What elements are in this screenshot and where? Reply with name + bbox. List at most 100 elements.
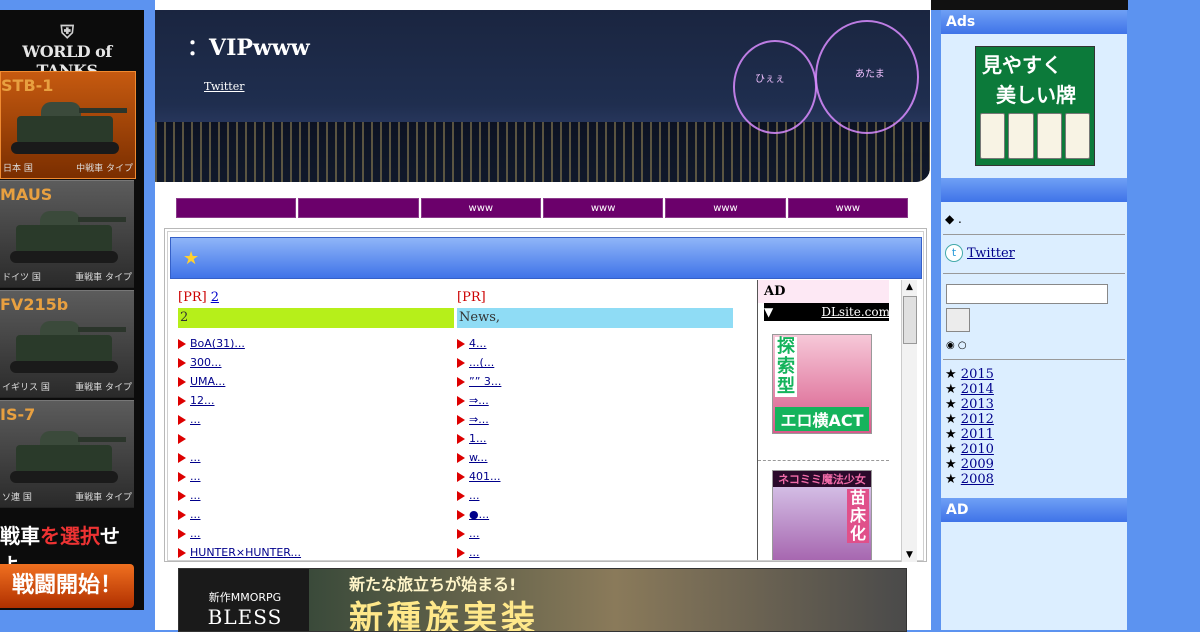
article-link[interactable]: 300...: [190, 356, 222, 369]
article-link[interactable]: ”” 3...: [469, 375, 501, 388]
scroll-down-icon[interactable]: ▼: [902, 548, 917, 562]
article-link[interactable]: UMA...: [190, 375, 225, 388]
list-item[interactable]: ...: [457, 543, 733, 562]
tank-card-stb1[interactable]: STB-1 日本 国 中戦車 タイプ: [0, 71, 136, 179]
article-link[interactable]: ...: [469, 527, 480, 540]
nav-item[interactable]: [298, 198, 419, 218]
list-item[interactable]: ...: [457, 486, 733, 505]
header-twitter-link[interactable]: Twitter: [204, 80, 245, 93]
dlsite-link[interactable]: DLsite.com: [821, 303, 889, 321]
archive-link[interactable]: 2013: [961, 397, 994, 412]
article-link[interactable]: ...: [190, 413, 201, 426]
article-link[interactable]: BoA(31)...: [190, 337, 245, 350]
article-link[interactable]: ⇒...: [469, 394, 489, 407]
tank-barrel-icon: [78, 217, 126, 222]
nav-item[interactable]: www: [420, 198, 541, 218]
article-link[interactable]: 401...: [469, 470, 501, 483]
list-item[interactable]: 1...: [457, 429, 733, 448]
list-item[interactable]: ...: [178, 410, 454, 429]
article-link[interactable]: w...: [469, 451, 487, 464]
site-title[interactable]: ：VIPwww: [187, 30, 310, 62]
article-link[interactable]: ...(...: [469, 356, 494, 369]
list-item[interactable]: ...: [178, 505, 454, 524]
list-item[interactable]: 4...: [457, 334, 733, 353]
list-item[interactable]: ⇒...: [457, 391, 733, 410]
tank-body-icon: [16, 445, 112, 473]
article-link[interactable]: ●...: [469, 508, 489, 521]
article-link[interactable]: 4...: [469, 337, 487, 350]
list-item[interactable]: 12...: [178, 391, 454, 410]
search-button[interactable]: [946, 308, 970, 332]
list-item[interactable]: ●...: [457, 505, 733, 524]
nav-item[interactable]: www: [665, 198, 786, 218]
list-item[interactable]: UMA...: [178, 372, 454, 391]
game-ad-image[interactable]: 探索型 エロ横ACT: [772, 334, 872, 434]
archive-link[interactable]: 2014: [961, 382, 994, 397]
list-item[interactable]: ...: [178, 524, 454, 543]
search-input[interactable]: [946, 284, 1108, 304]
archive-link[interactable]: 2010: [961, 442, 994, 457]
mahjong-ad[interactable]: 見やすく 美しい牌: [975, 46, 1095, 166]
article-link[interactable]: ...: [190, 451, 201, 464]
game-ad-image[interactable]: ネコミミ魔法少女 苗床化: [772, 470, 872, 560]
list-item[interactable]: w...: [457, 448, 733, 467]
list-item[interactable]: ...: [178, 486, 454, 505]
bless-banner-ad[interactable]: 新作MMORPG BLESS 新たな旅立ちが始まる! 新種族実装: [178, 568, 907, 632]
archive-link[interactable]: 2011: [961, 427, 994, 442]
article-link[interactable]: 1...: [469, 432, 487, 445]
list-item[interactable]: ...(...: [457, 353, 733, 372]
list-item[interactable]: ”” 3...: [457, 372, 733, 391]
list-item[interactable]: ...: [178, 467, 454, 486]
article-link[interactable]: ...: [190, 489, 201, 502]
nav-item[interactable]: [176, 198, 297, 218]
wot-side-banner[interactable]: ⛨ WORLD of TANKS STB-1 日本 国中戦車 タイプ MAUS …: [0, 10, 144, 610]
archive-link[interactable]: 2008: [961, 472, 994, 487]
archive-item[interactable]: ★ 2015: [945, 367, 994, 382]
archive-link[interactable]: 2015: [961, 367, 994, 382]
radio-unselected[interactable]: ○: [958, 340, 967, 351]
archive-item[interactable]: ★ 2010: [945, 442, 994, 457]
scroll-up-icon[interactable]: ▲: [902, 280, 917, 294]
list-item[interactable]: [178, 429, 454, 448]
article-link[interactable]: ...: [190, 508, 201, 521]
list-item[interactable]: ...: [178, 448, 454, 467]
article-link[interactable]: ⇒...: [469, 413, 489, 426]
twitter-follow[interactable]: t Twitter: [945, 244, 1015, 262]
list-item[interactable]: ⇒...: [457, 410, 733, 429]
list-item[interactable]: BoA(31)...: [178, 334, 454, 353]
archive-link[interactable]: 2009: [961, 457, 994, 472]
archive-item[interactable]: ★ 2012: [945, 412, 994, 427]
scrollbar[interactable]: ▲ ▼: [901, 280, 917, 562]
list-item[interactable]: 300...: [178, 353, 454, 372]
tank-card-is7[interactable]: IS-7 ソ連 国 重戦車 タイプ: [0, 400, 134, 508]
article-link[interactable]: ...: [469, 489, 480, 502]
tank-nation: ソ連 国: [2, 493, 32, 503]
battle-start-button[interactable]: 戦闘開始！: [0, 564, 134, 608]
nav-bar: www www www www: [176, 198, 908, 218]
nav-item[interactable]: www: [542, 198, 664, 218]
pr-link[interactable]: 2: [211, 290, 219, 305]
article-link[interactable]: ...: [190, 470, 201, 483]
triangle-down-icon: ▼: [764, 305, 774, 319]
scroll-thumb[interactable]: [903, 296, 917, 344]
article-link[interactable]: ...: [190, 527, 201, 540]
archive-item[interactable]: ★ 2013: [945, 397, 994, 412]
ad-divider: [758, 460, 889, 461]
archive-item[interactable]: ★ 2008: [945, 472, 994, 487]
antenna-column-left: [PR] 2 2 BoA(31)... 300... UMA... 12... .…: [178, 290, 454, 562]
radio-selected[interactable]: ◉: [946, 340, 955, 351]
article-link[interactable]: 12...: [190, 394, 215, 407]
nav-item[interactable]: www: [787, 198, 908, 218]
archive-item[interactable]: ★ 2011: [945, 427, 994, 442]
archive-item[interactable]: ★ 2009: [945, 457, 994, 472]
tank-card-maus[interactable]: MAUS ドイツ 国 重戦車 タイプ: [0, 180, 134, 288]
archive-link[interactable]: 2012: [961, 412, 994, 427]
tank-card-fv215b[interactable]: FV215b イギリス 国 重戦車 タイプ: [0, 290, 134, 398]
list-item[interactable]: 401...: [457, 467, 733, 486]
list-item[interactable]: ...: [457, 524, 733, 543]
archive-item[interactable]: ★ 2014: [945, 382, 994, 397]
article-link[interactable]: ...: [469, 546, 480, 559]
list-item[interactable]: HUNTER×HUNTER...: [178, 543, 454, 562]
twitter-link[interactable]: Twitter: [967, 246, 1015, 261]
article-link[interactable]: HUNTER×HUNTER...: [190, 546, 301, 559]
